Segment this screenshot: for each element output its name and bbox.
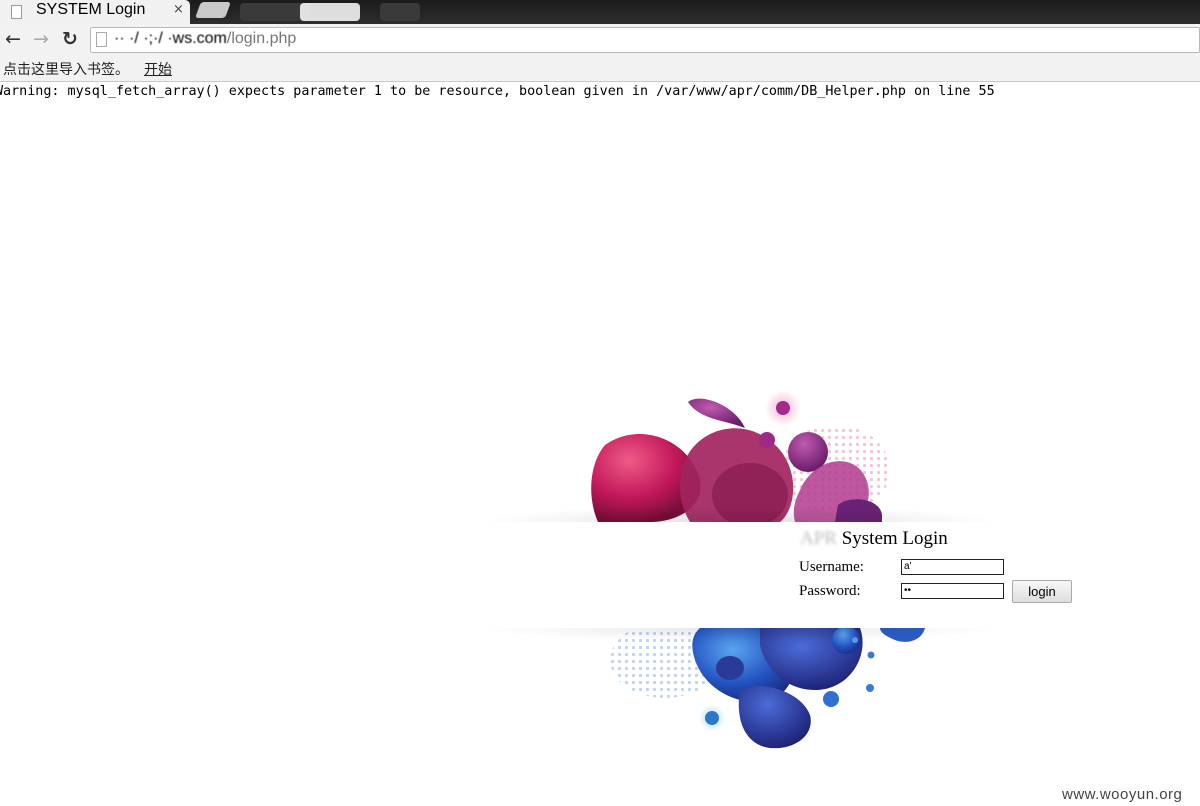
login-title-text: System Login xyxy=(836,528,948,549)
username-label: Username: xyxy=(799,559,864,575)
panel-shadow-top xyxy=(480,506,1000,522)
login-title-prefix: APR xyxy=(800,528,837,549)
login-button[interactable]: login xyxy=(1012,580,1072,603)
panel-shadow-bottom xyxy=(480,628,1000,642)
watermark: www.wooyun.org xyxy=(1062,786,1183,803)
password-label: Password: xyxy=(799,583,861,599)
splash-graphic xyxy=(591,390,925,749)
username-input[interactable]: a' xyxy=(901,559,1004,575)
login-title: APR System Login xyxy=(800,528,948,550)
password-input[interactable]: •• xyxy=(901,583,1004,599)
